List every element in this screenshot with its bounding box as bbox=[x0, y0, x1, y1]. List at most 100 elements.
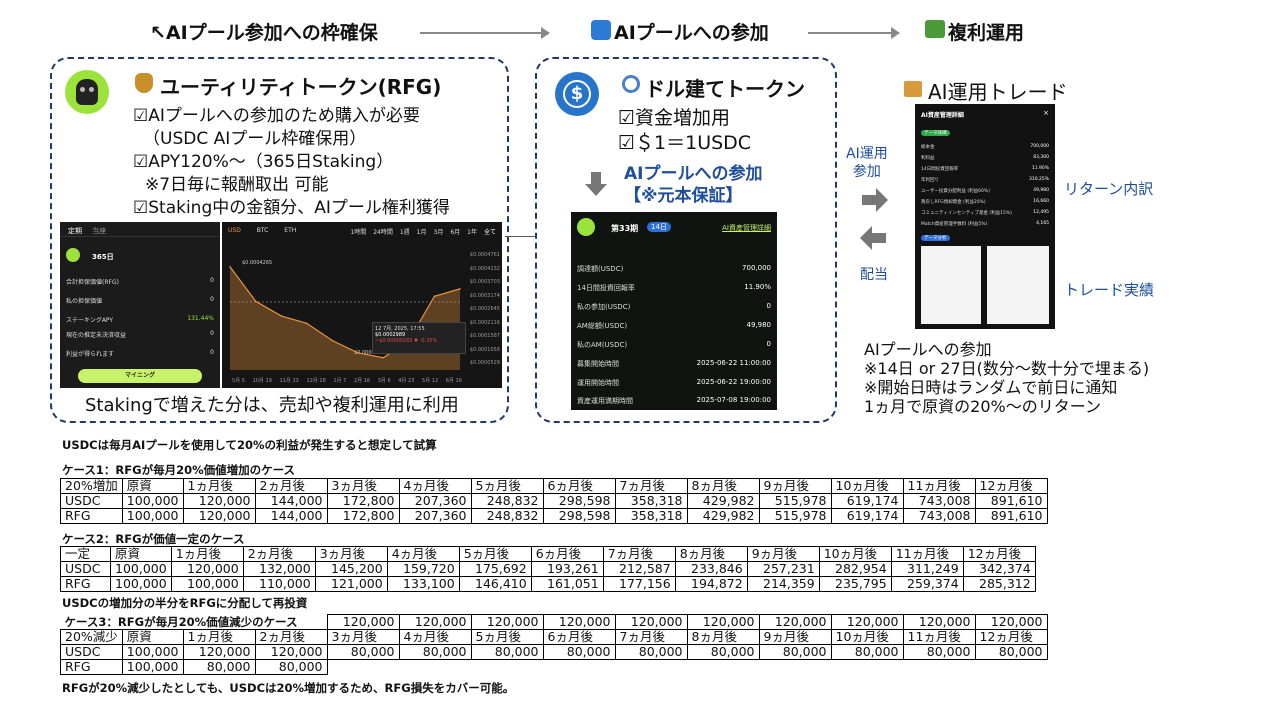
table-cell: 619,174 bbox=[830, 508, 904, 524]
table-cell: 891,610 bbox=[974, 508, 1048, 524]
x-axis-ticks: 5月 5 10月 19 11月 23 12月 28 1月 7 2月 16 3月 6 4月 23… bbox=[232, 377, 462, 384]
table-month-header: 2ヵ月後 bbox=[254, 478, 328, 494]
price-point bbox=[433, 295, 436, 298]
x-tick-label: 2月 16 bbox=[353, 378, 371, 384]
x-tick-label: 6月 16 bbox=[445, 378, 462, 384]
table-month-header: 4ヵ月後 bbox=[398, 629, 472, 645]
table-cell: 80,000 bbox=[686, 644, 760, 660]
table-row: USDC 100,000 120,000 120,000 80,000 80,000 80,… bbox=[60, 644, 1048, 660]
table-cell: 80,000 bbox=[254, 659, 328, 675]
table-cell: 110,000 bbox=[242, 576, 316, 592]
connector-line bbox=[505, 236, 535, 237]
ai-detail-link[interactable]: AI資産管理詳細 bbox=[722, 223, 771, 233]
money-bag-icon bbox=[135, 73, 153, 93]
pool-badge: 14日 bbox=[647, 222, 671, 232]
table-month-header: 7ヵ月後 bbox=[602, 546, 676, 562]
pool-row-label: 募集開始時間 bbox=[577, 360, 619, 368]
y-tick-label: $0.0002116 bbox=[469, 319, 500, 326]
table-month-header: 6ヵ月後 bbox=[542, 629, 616, 645]
exchange-icon bbox=[622, 75, 640, 93]
table-row-label: USDC bbox=[60, 493, 123, 509]
table-head-value: 120,000 bbox=[686, 614, 760, 630]
table-month-header: 10ヵ月後 bbox=[818, 546, 892, 562]
trade-record-label: トレード実績 bbox=[1064, 281, 1155, 299]
return-breakdown-label: リターン内訳 bbox=[1064, 180, 1154, 198]
panel-row-value: 16,660 bbox=[1033, 199, 1049, 204]
table-cell: 743,008 bbox=[902, 493, 976, 509]
usdc-join-note: 【※元本保証】 bbox=[624, 186, 743, 206]
table-header-row: 20%増加 原資 1ヵ月後 2ヵ月後 3ヵ月後 4ヵ月後 5ヵ月後 6ヵ月後 7ヵ月後 8ヵ月後 9… bbox=[60, 478, 1048, 494]
pool-row-value: 49,980 bbox=[746, 321, 772, 329]
usdc-title: ドル建てトークン bbox=[645, 77, 805, 101]
table-cell bbox=[543, 660, 615, 675]
table-cell: 891,610 bbox=[974, 493, 1048, 509]
table-cell: 429,982 bbox=[686, 493, 760, 509]
table-cell: 207,360 bbox=[398, 493, 472, 509]
y-axis-ticks: $0.0004761 $0.0004232 $0.0003703 $0.0003174… bbox=[470, 252, 500, 374]
x-tick-label: 4月 23 bbox=[398, 378, 415, 384]
trade-record-card bbox=[921, 246, 981, 324]
table-cell bbox=[615, 660, 687, 675]
x-tick-label: 12月 28 bbox=[306, 378, 326, 384]
table-row-label: USDC bbox=[60, 644, 123, 660]
mining-button[interactable]: マイニング bbox=[78, 369, 202, 383]
table-cell: 214,359 bbox=[746, 576, 820, 592]
staking-period: 365日 bbox=[92, 253, 114, 261]
table-cell: 80,000 bbox=[614, 644, 688, 660]
table-cell: 235,795 bbox=[818, 576, 892, 592]
staking-row-label: 合計担保価値(RFG) bbox=[66, 279, 119, 286]
table-cell: 194,872 bbox=[674, 576, 748, 592]
table-month-header: 原資 bbox=[121, 629, 184, 645]
table-cell: 120,000 bbox=[170, 561, 244, 577]
table-cell bbox=[975, 660, 1047, 675]
panel-row-value: 12,495 bbox=[1033, 210, 1049, 215]
panel-row-label: 14日間投資回報率 bbox=[921, 167, 959, 172]
table-month-header: 7ヵ月後 bbox=[614, 478, 688, 494]
table-month-header: 4ヵ月後 bbox=[386, 546, 460, 562]
pool-row-value: 2025-07-08 19:00:00 bbox=[696, 396, 771, 404]
case1-table: 20%増加 原資 1ヵ月後 2ヵ月後 3ヵ月後 4ヵ月後 5ヵ月後 6ヵ月後 7ヵ月後 8ヵ月後 9… bbox=[60, 478, 1048, 524]
table-cell: 233,846 bbox=[674, 561, 748, 577]
table-head-value: 120,000 bbox=[542, 614, 616, 630]
rfg-footer: Stakingで増えた分は、売却や複利運用に利用 bbox=[85, 395, 459, 416]
step2-title: AIプールへの参加 bbox=[614, 22, 769, 44]
staking-row-value: 131.44% bbox=[187, 315, 214, 322]
arrow-right-icon bbox=[862, 188, 888, 212]
case3-title: ケース3：RFGが毎月20%価値減少のケース bbox=[64, 614, 298, 629]
ai-asset-panel-screenshot: AI資産管理詳細 × データ詳細 総本金 700,000 利料益 83,300 14… bbox=[915, 104, 1055, 329]
table-month-header: 1ヵ月後 bbox=[182, 629, 256, 645]
table-head-value: 120,000 bbox=[974, 614, 1048, 630]
x-tick-label: 3月 6 bbox=[377, 378, 391, 384]
y-tick-label: $0.0000529 bbox=[469, 360, 500, 366]
table-row-label: USDC bbox=[60, 561, 111, 577]
staking-row-label: ステーキングAPY bbox=[66, 317, 114, 324]
table-row: RFG 100,000 100,000 110,000 121,000 133,100 14… bbox=[60, 576, 1036, 592]
money-icon bbox=[925, 20, 945, 38]
table-cell bbox=[903, 660, 975, 675]
panel-row-label: 利料益 bbox=[921, 156, 935, 161]
y-tick-label: $0.0004761 bbox=[469, 252, 500, 258]
table-cell: 743,008 bbox=[902, 508, 976, 524]
calc-intro: USDCは毎月AIプールを使用して20%の利益が発生すると想定して試算 bbox=[62, 438, 437, 452]
panel-row-value: 310.25% bbox=[1028, 177, 1049, 182]
table-cell: 80,000 bbox=[398, 644, 472, 660]
table-row: USDC 100,000 120,000 144,000 172,800 207,360 2… bbox=[60, 493, 1048, 509]
table-cell: 100,000 bbox=[121, 644, 184, 660]
table-month-header: 原資 bbox=[121, 478, 184, 494]
usdc-line-2: ☑＄1＝1USDC bbox=[618, 132, 752, 154]
price-point bbox=[305, 322, 308, 325]
table-head-value: 120,000 bbox=[398, 614, 472, 630]
ai-join-label: AI運用 参加 bbox=[846, 146, 888, 180]
close-icon[interactable]: × bbox=[1043, 109, 1049, 117]
table-cell: 619,174 bbox=[830, 493, 904, 509]
table-row: USDC 100,000 120,000 132,000 145,200 159,720 1… bbox=[60, 561, 1036, 577]
table-head-value: 120,000 bbox=[470, 614, 544, 630]
table-cell: 80,000 bbox=[470, 644, 544, 660]
pool-period: 第33期 bbox=[611, 224, 639, 233]
panel-row-value: 11.90% bbox=[1031, 166, 1049, 171]
table-cell: 298,598 bbox=[542, 508, 616, 524]
rfg-line-3: ☑APY120%～（365日Staking） bbox=[133, 152, 394, 172]
price-point bbox=[331, 339, 334, 342]
usdc-line-1: ☑資金増加用 bbox=[618, 107, 731, 129]
down-arrow-icon bbox=[585, 172, 607, 196]
